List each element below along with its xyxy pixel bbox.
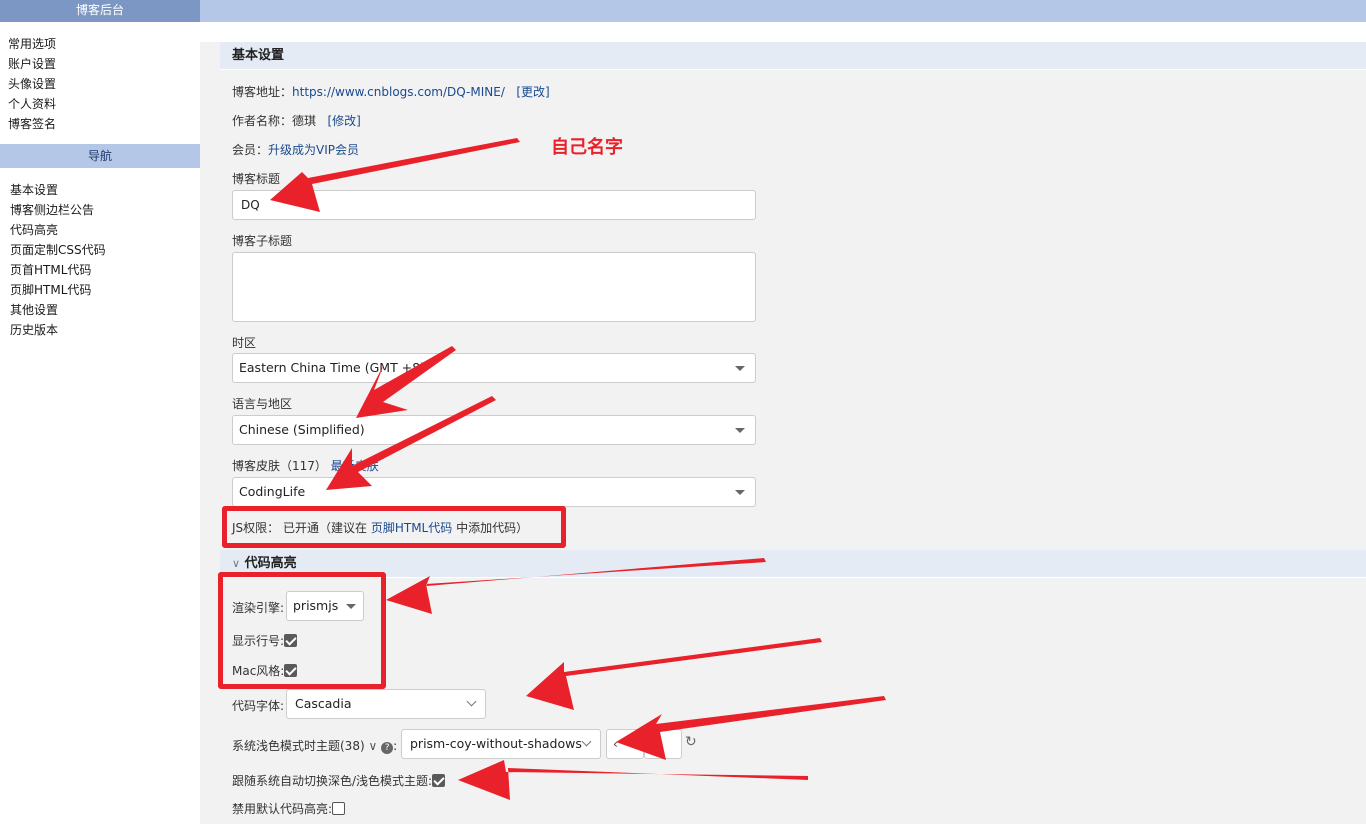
annotation-text: 自己名字	[551, 137, 623, 158]
sidebar-top-group: 常用选项 账户设置 头像设置 个人资料 博客签名	[0, 22, 200, 134]
prev-theme-button[interactable]: ‹	[606, 729, 644, 759]
nav-item-basic[interactable]: 基本设置	[0, 180, 200, 200]
nav-item-custom-css[interactable]: 页面定制CSS代码	[0, 240, 200, 260]
sidebar-item-avatar[interactable]: 头像设置	[0, 74, 200, 94]
sidebar-nav-group: 基本设置 博客侧边栏公告 代码高亮 页面定制CSS代码 页首HTML代码 页脚H…	[0, 168, 200, 340]
blog-address-row: 博客地址：https://www.cnblogs.com/DQ-MINE/ [更…	[232, 83, 550, 100]
blog-subtitle-textarea[interactable]	[232, 252, 756, 322]
auto-switch-checkbox[interactable]	[432, 774, 446, 787]
author-label: 作者名称：	[232, 114, 293, 128]
sidebar-item-profile[interactable]: 个人资料	[0, 94, 200, 114]
chevron-down-icon[interactable]: ∨	[368, 739, 377, 753]
code-highlight-title: ∨ 代码高亮	[220, 550, 1366, 578]
skin-label-row: 博客皮肤（117） 最新皮肤	[232, 457, 379, 474]
code-font-select[interactable]: Cascadia	[286, 689, 486, 719]
caret-down-icon	[735, 428, 745, 433]
disable-default-label: 禁用默认代码高亮:	[232, 802, 333, 816]
light-theme-row: 系统浅色模式时主题(38) ∨ ?:	[232, 739, 398, 754]
change-address-link[interactable]: [更改]	[516, 85, 549, 99]
content-top-spacer	[200, 22, 1366, 42]
language-value: Chinese (Simplified)	[239, 422, 365, 437]
author-row: 作者名称：德琪 [修改]	[232, 112, 361, 129]
nav-item-history[interactable]: 历史版本	[0, 320, 200, 340]
next-theme-button[interactable]: ›	[644, 729, 682, 759]
sidebar-header: 博客后台	[0, 0, 200, 22]
skin-select[interactable]: CodingLife	[232, 477, 756, 507]
timezone-select[interactable]: Eastern China Time (GMT +8)	[232, 353, 756, 383]
nav-item-header-html[interactable]: 页首HTML代码	[0, 260, 200, 280]
caret-down-icon	[735, 366, 745, 371]
language-select[interactable]: Chinese (Simplified)	[232, 415, 756, 445]
chevron-down-icon	[466, 696, 477, 707]
skin-value: CodingLife	[239, 484, 306, 499]
code-font-value: Cascadia	[295, 696, 352, 711]
skin-label: 博客皮肤（117）	[232, 459, 327, 473]
blog-address-link[interactable]: https://www.cnblogs.com/DQ-MINE/	[292, 85, 505, 99]
latest-skin-link[interactable]: 最新皮肤	[331, 459, 379, 473]
modify-author-link[interactable]: [修改]	[327, 114, 360, 128]
auto-switch-label: 跟随系统自动切换深色/浅色模式主题:	[232, 774, 433, 788]
author-name: 德琪	[292, 114, 317, 128]
auto-switch-row: 跟随系统自动切换深色/浅色模式主题:	[232, 772, 446, 789]
language-label: 语言与地区	[232, 397, 293, 411]
blog-title-input[interactable]: DQ	[232, 190, 756, 220]
light-theme-value: prism-coy-without-shadows	[410, 736, 582, 751]
nav-item-other[interactable]: 其他设置	[0, 300, 200, 320]
blog-title-label: 博客标题	[232, 172, 281, 186]
timezone-value: Eastern China Time (GMT +8)	[239, 360, 425, 375]
help-icon[interactable]: ?	[381, 742, 394, 754]
annotation-box-code	[218, 572, 386, 689]
nav-item-code-highlight[interactable]: 代码高亮	[0, 220, 200, 240]
reset-icon[interactable]: ↻	[685, 734, 697, 750]
code-highlight-title-text: 代码高亮	[244, 556, 297, 571]
chevron-down-icon[interactable]: ∨	[232, 557, 240, 570]
nav-item-footer-html[interactable]: 页脚HTML代码	[0, 280, 200, 300]
member-row: 会员：升级成为VIP会员	[232, 141, 359, 158]
nav-item-sidebar-notice[interactable]: 博客侧边栏公告	[0, 200, 200, 220]
light-theme-select[interactable]: prism-coy-without-shadows	[401, 729, 601, 759]
main-panel: 基本设置 博客地址：https://www.cnblogs.com/DQ-MIN…	[220, 42, 1366, 824]
annotation-box-js	[222, 506, 566, 548]
sidebar-item-signature[interactable]: 博客签名	[0, 114, 200, 134]
basic-settings-title: 基本设置	[220, 42, 1366, 70]
vip-upgrade-link[interactable]: 升级成为VIP会员	[268, 143, 359, 157]
chevron-right-icon: ›	[651, 736, 656, 751]
timezone-label: 时区	[232, 336, 257, 350]
code-font-label: 代码字体:	[232, 699, 285, 713]
nav-title: 导航	[0, 144, 200, 168]
member-label: 会员：	[232, 143, 269, 157]
light-theme-label: 系统浅色模式时主题(38)	[232, 739, 365, 753]
top-strip	[200, 0, 1366, 22]
disable-default-row: 禁用默认代码高亮:	[232, 800, 346, 817]
sidebar: 常用选项 账户设置 头像设置 个人资料 博客签名 导航 基本设置 博客侧边栏公告…	[0, 22, 200, 824]
blog-address-label: 博客地址：	[232, 85, 293, 99]
caret-down-icon	[735, 490, 745, 495]
chevron-left-icon: ‹	[613, 736, 618, 751]
sidebar-item-common-options[interactable]: 常用选项	[0, 34, 200, 54]
chevron-down-icon	[581, 736, 592, 747]
blog-subtitle-label: 博客子标题	[232, 234, 293, 248]
sidebar-item-account[interactable]: 账户设置	[0, 54, 200, 74]
disable-default-checkbox[interactable]	[332, 802, 346, 815]
